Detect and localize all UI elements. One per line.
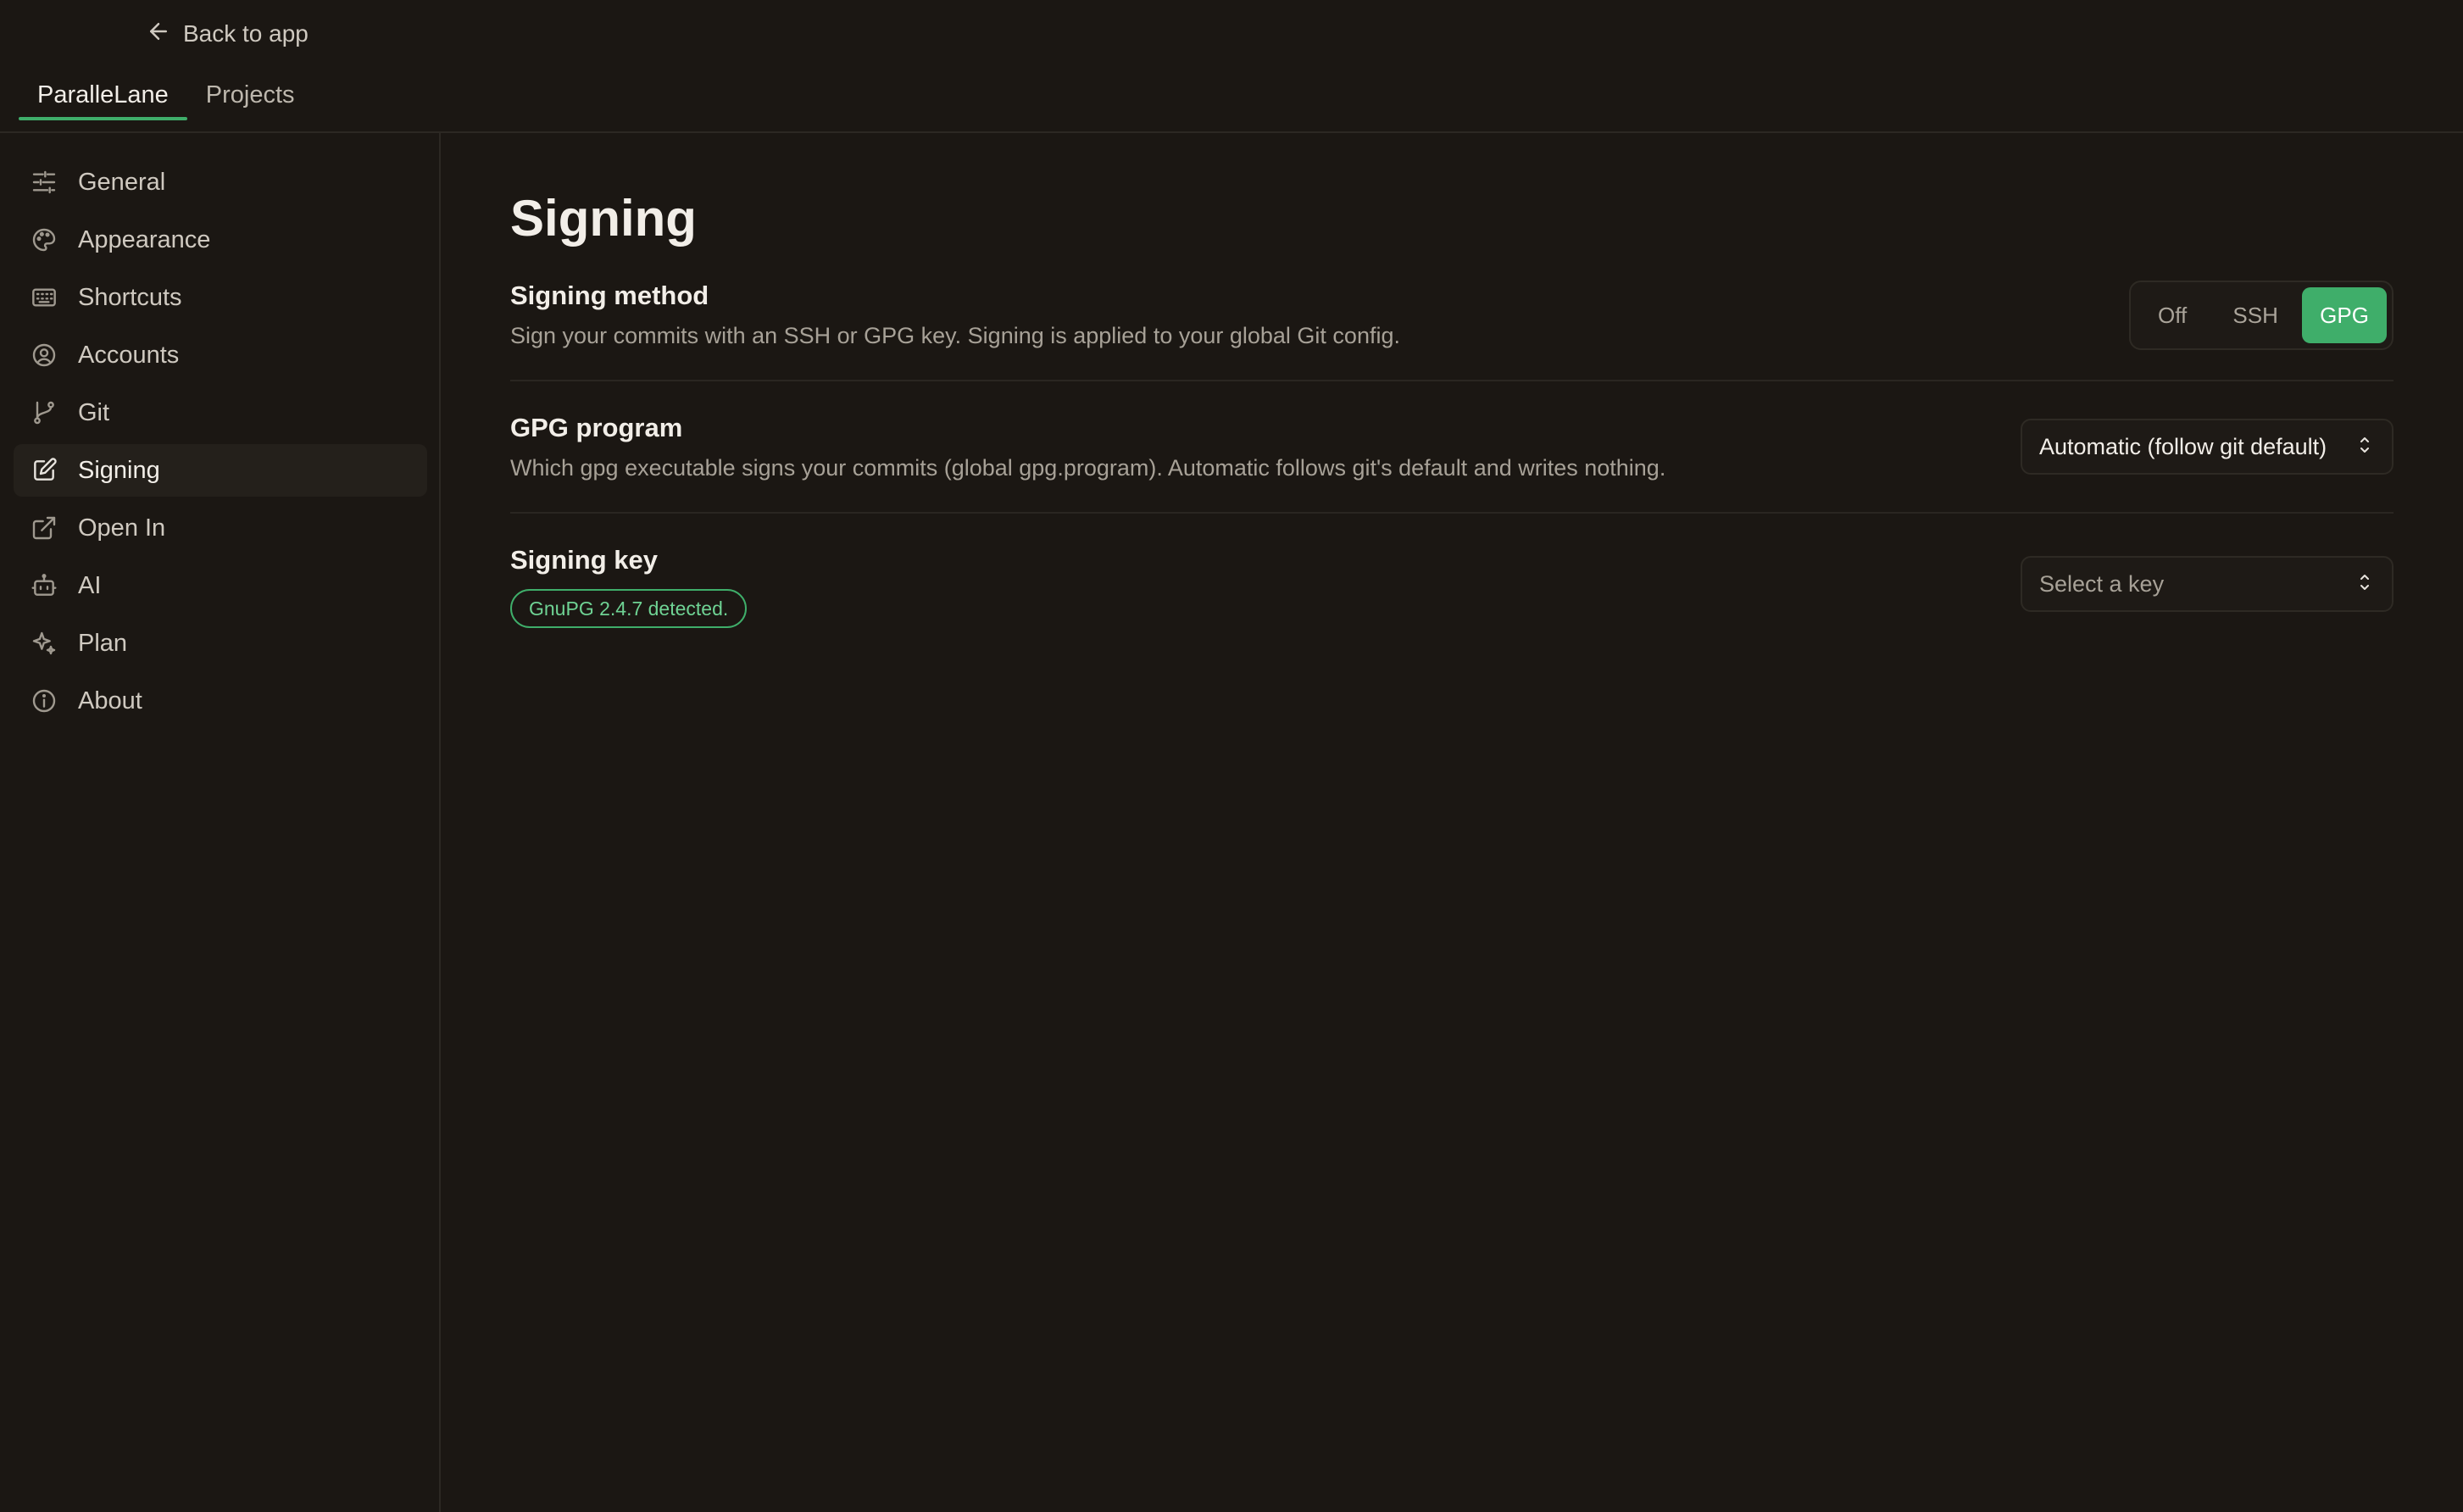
top-bar: Back to app ParalleLane Projects: [0, 0, 2463, 133]
signing-key-select[interactable]: Select a key: [2021, 556, 2394, 612]
signing-method-gpg-button[interactable]: GPG: [2302, 287, 2387, 343]
sidebar-item-label: Appearance: [78, 225, 211, 253]
settings-sidebar: General Appearance Shortcuts Accounts Gi…: [0, 133, 441, 1512]
sidebar-item-label: Plan: [78, 629, 128, 657]
palette-icon: [29, 225, 59, 255]
sidebar-item-ai[interactable]: AI: [14, 559, 427, 612]
sidebar-item-appearance[interactable]: Appearance: [14, 214, 427, 266]
back-to-app-link[interactable]: Back to app: [146, 17, 309, 51]
back-to-app-label: Back to app: [183, 20, 309, 47]
chevron-up-down-icon: [2355, 570, 2375, 599]
signing-method-description: Sign your commits with an SSH or GPG key…: [510, 323, 1400, 348]
signing-method-title: Signing method: [510, 281, 709, 310]
tab-parallelane[interactable]: ParalleLane: [19, 71, 187, 120]
sidebar-item-label: Signing: [78, 456, 160, 484]
sidebar-item-shortcuts[interactable]: Shortcuts: [14, 271, 427, 324]
sidebar-item-git[interactable]: Git: [14, 386, 427, 439]
top-tabs: ParalleLane Projects: [19, 71, 314, 133]
gpg-program-select-value: Automatic (follow git default): [2039, 433, 2327, 459]
sidebar-item-label: AI: [78, 571, 102, 599]
gpg-program-select[interactable]: Automatic (follow git default): [2021, 419, 2394, 475]
external-link-icon: [29, 513, 59, 543]
gpg-detected-badge: GnuPG 2.4.7 detected.: [510, 589, 748, 628]
sidebar-item-plan[interactable]: Plan: [14, 617, 427, 670]
signing-method-row: Signing method Sign your commits with an…: [510, 281, 2394, 349]
sidebar-item-general[interactable]: General: [14, 156, 427, 208]
user-circle-icon: [29, 340, 59, 370]
bot-icon: [29, 570, 59, 601]
sidebar-item-label: General: [78, 168, 166, 196]
sidebar-item-label: Open In: [78, 514, 166, 542]
edit-icon: [29, 455, 59, 486]
sidebar-item-label: Shortcuts: [78, 283, 182, 311]
keyboard-icon: [29, 282, 59, 313]
signing-method-off-button[interactable]: Off: [2136, 287, 2209, 343]
divider: [510, 380, 2394, 381]
signing-method-ssh-button[interactable]: SSH: [2212, 287, 2299, 343]
sidebar-item-label: Git: [78, 398, 110, 426]
sidebar-item-signing[interactable]: Signing: [14, 444, 427, 497]
sliders-icon: [29, 167, 59, 197]
signing-key-select-placeholder: Select a key: [2039, 570, 2165, 597]
sidebar-item-open-in[interactable]: Open In: [14, 502, 427, 554]
git-branch-icon: [29, 397, 59, 428]
sparkles-icon: [29, 628, 59, 659]
sidebar-item-label: Accounts: [78, 341, 180, 369]
sidebar-item-label: About: [78, 687, 142, 714]
arrow-left-icon: [146, 19, 171, 50]
chevron-up-down-icon: [2355, 432, 2375, 462]
tab-projects[interactable]: Projects: [187, 71, 314, 119]
info-icon: [29, 686, 59, 716]
page-title: Signing: [510, 190, 697, 247]
signing-method-segmented-control: Off SSH GPG: [2129, 281, 2394, 350]
sidebar-item-accounts[interactable]: Accounts: [14, 329, 427, 381]
divider: [510, 512, 2394, 514]
sidebar-item-about[interactable]: About: [14, 675, 427, 727]
